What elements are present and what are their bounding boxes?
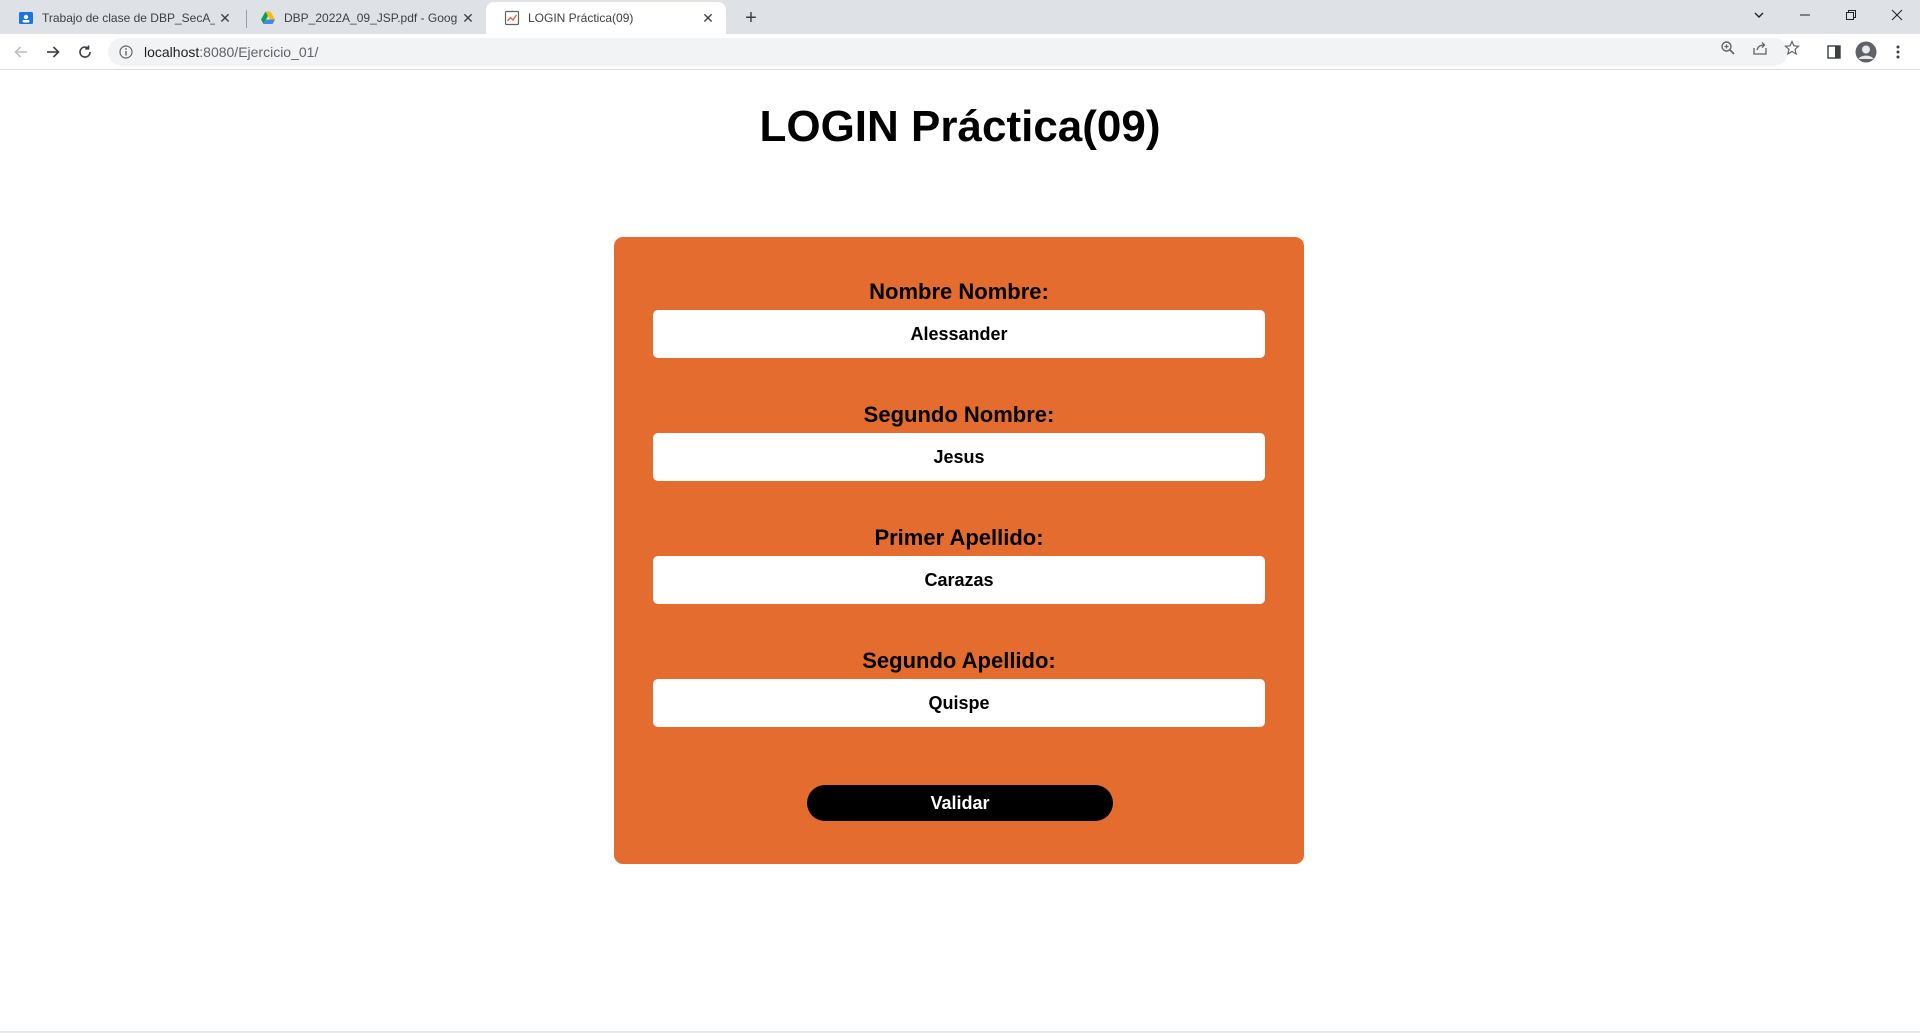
profile-avatar-icon[interactable]	[1852, 38, 1880, 66]
side-panel-icon[interactable]	[1820, 38, 1848, 66]
second-surname-label: Segundo Apellido:	[862, 648, 1056, 673]
second-surname-input[interactable]	[653, 679, 1265, 727]
bookmark-star-icon[interactable]	[1784, 40, 1800, 56]
url-text: localhost:8080/Ejercicio_01/	[144, 44, 318, 60]
page-icon	[504, 10, 520, 26]
tab-search-icon[interactable]	[1736, 0, 1782, 30]
first-name-input[interactable]	[653, 310, 1265, 358]
url-host: localhost	[144, 44, 200, 60]
close-icon[interactable]: ✕	[698, 8, 718, 28]
close-icon[interactable]: ✕	[215, 8, 235, 28]
browser-toolbar: localhost:8080/Ejercicio_01/	[0, 34, 1920, 70]
close-icon[interactable]: ✕	[458, 8, 478, 28]
minimize-icon[interactable]	[1782, 0, 1828, 30]
tab-title: LOGIN Práctica(09)	[528, 11, 634, 25]
zoom-icon[interactable]	[1720, 40, 1736, 56]
restore-icon[interactable]	[1828, 0, 1874, 30]
url-path: :8080/Ejercicio_01/	[199, 44, 319, 60]
first-surname-input[interactable]	[653, 556, 1265, 604]
back-icon[interactable]	[7, 38, 35, 66]
address-bar[interactable]: localhost:8080/Ejercicio_01/	[108, 38, 1788, 66]
new-tab-icon[interactable]: +	[737, 4, 765, 32]
tab-login-practica[interactable]: LOGIN Práctica(09) ✕	[486, 2, 726, 34]
first-surname-label: Primer Apellido:	[874, 525, 1044, 550]
info-icon[interactable]	[118, 44, 134, 60]
page-title: LOGIN Práctica(09)	[759, 102, 1161, 151]
reload-icon[interactable]	[71, 38, 99, 66]
validate-button[interactable]: Validar	[807, 785, 1113, 821]
tab-classroom[interactable]: Trabajo de clase de DBP_SecA_2022 ✕	[0, 2, 243, 34]
tab-title: Trabajo de clase de DBP_SecA_2022	[42, 11, 215, 25]
second-name-label: Segundo Nombre:	[863, 402, 1055, 427]
second-name-input[interactable]	[653, 433, 1265, 481]
share-icon[interactable]	[1752, 40, 1768, 56]
classroom-icon	[18, 10, 34, 26]
login-form: Nombre Nombre: Segundo Nombre: Primer Ap…	[614, 237, 1304, 864]
close-window-icon[interactable]	[1874, 0, 1920, 30]
forward-icon[interactable]	[39, 38, 67, 66]
google-drive-icon	[260, 10, 276, 26]
menu-dots-icon[interactable]	[1884, 38, 1912, 66]
tab-google-drive[interactable]: DBP_2022A_09_JSP.pdf - Google Drive ✕	[242, 2, 486, 34]
browser-tab-strip: Trabajo de clase de DBP_SecA_2022 ✕ DBP_…	[0, 0, 1920, 34]
first-name-label: Nombre Nombre:	[869, 279, 1049, 304]
tab-title: DBP_2022A_09_JSP.pdf - Google Drive	[284, 11, 458, 25]
